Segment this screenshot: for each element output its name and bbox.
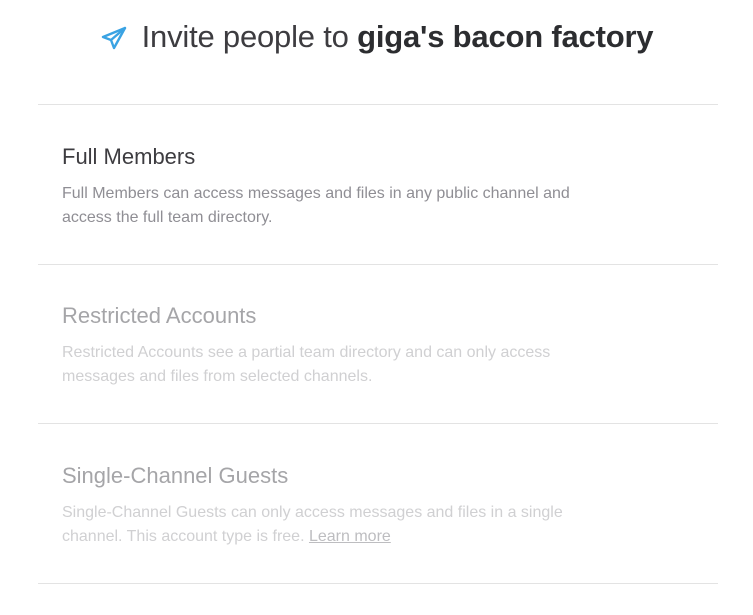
paper-plane-icon <box>100 24 128 52</box>
option-title: Restricted Accounts <box>62 303 257 328</box>
option-description: Full Members can access messages and fil… <box>62 185 570 226</box>
option-single-channel-guests: Single-Channel Guests Single-Channel Gue… <box>38 424 718 583</box>
team-name: giga's bacon factory <box>357 19 654 54</box>
divider <box>38 583 718 584</box>
option-restricted-accounts: Restricted Accounts Restricted Accounts … <box>38 265 718 423</box>
option-full-members[interactable]: Full Members Full Members can access mes… <box>38 105 718 264</box>
option-title: Full Members <box>62 144 196 169</box>
learn-more-link[interactable]: Learn more <box>309 528 391 545</box>
option-description: Single-Channel Guests can only access me… <box>62 501 622 549</box>
option-description: Restricted Accounts see a partial team d… <box>62 344 551 385</box>
invite-header: Invite people to giga's bacon factory <box>0 14 753 60</box>
option-title: Single-Channel Guests <box>62 463 289 488</box>
title-prefix: Invite people to <box>141 19 349 54</box>
page-title: Invite people to giga's bacon factory <box>142 19 654 55</box>
